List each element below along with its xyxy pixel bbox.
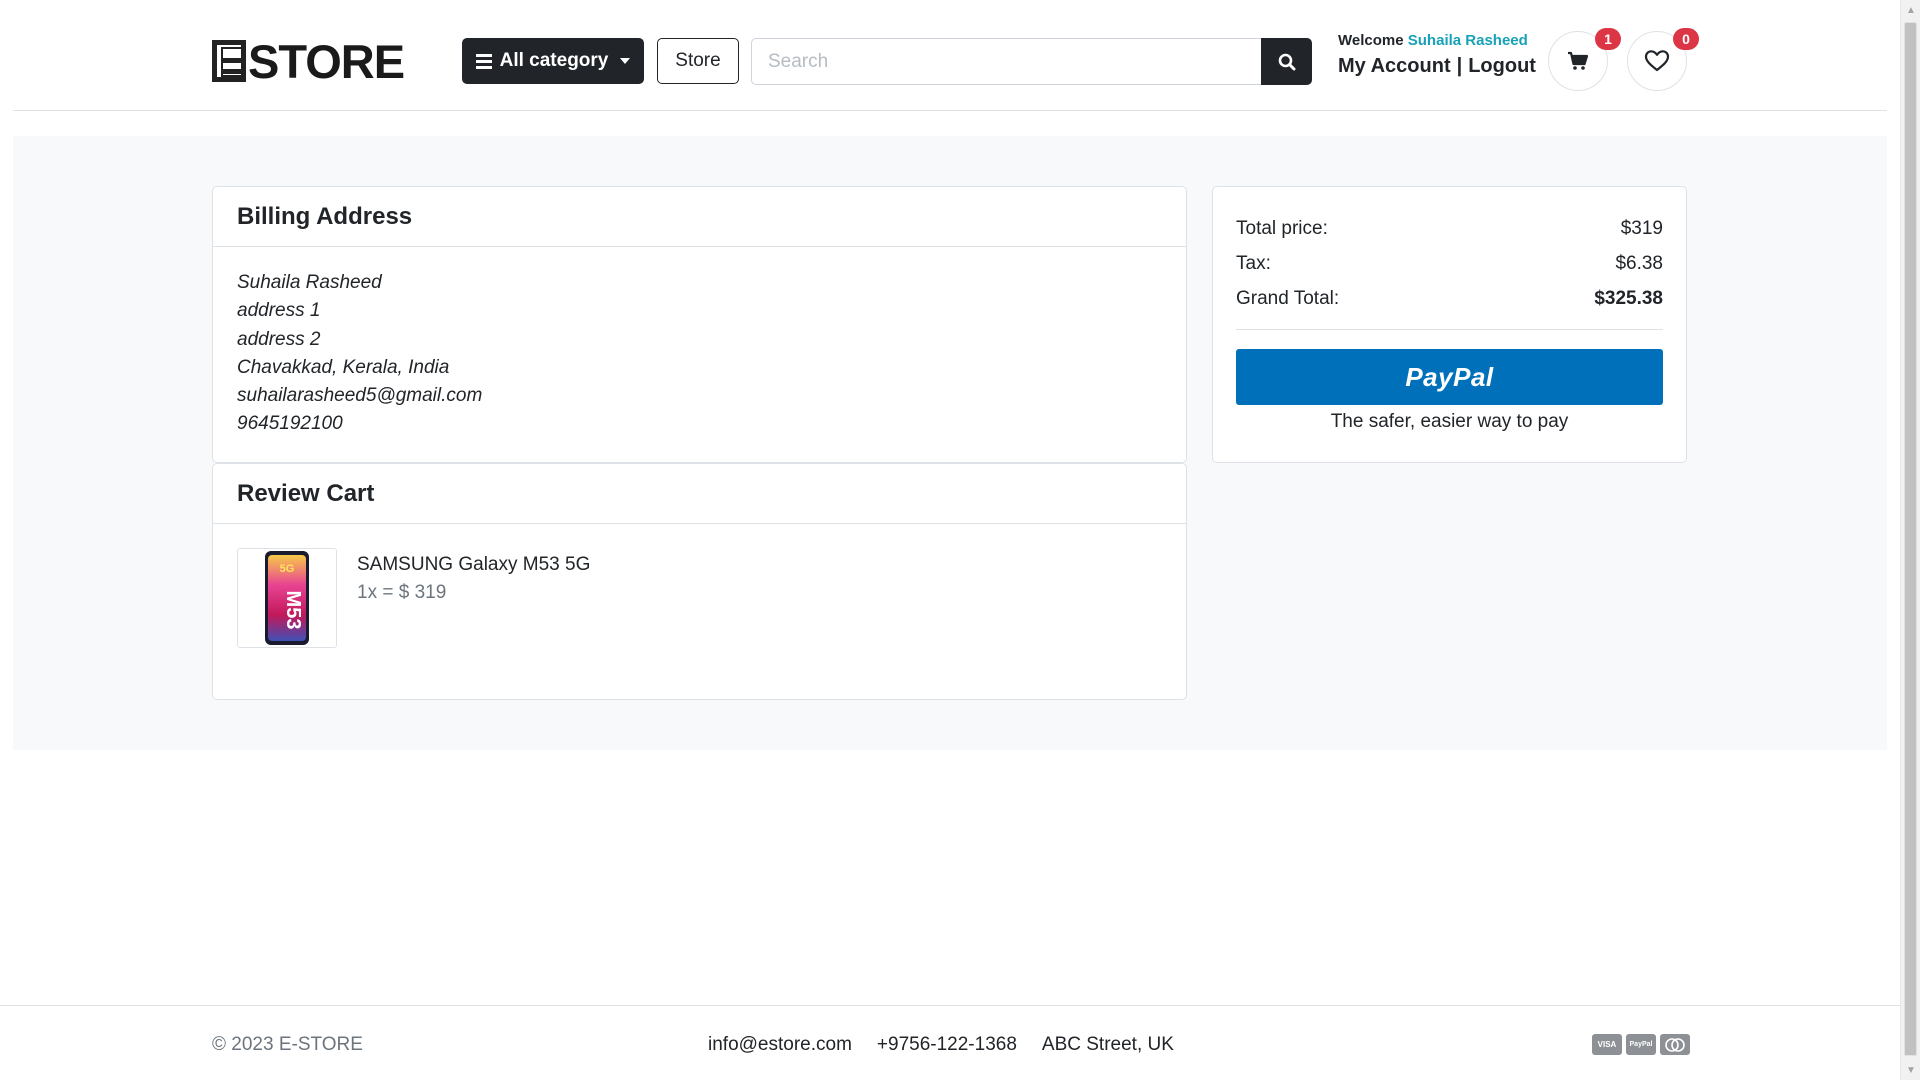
welcome-prefix: Welcome: [1338, 32, 1404, 49]
footer-address: ABC Street, UK: [1041, 1034, 1174, 1055]
visa-icon: VISA: [1592, 1034, 1622, 1055]
summary-divider: [1236, 329, 1663, 330]
search-button[interactable]: [1261, 38, 1312, 85]
total-price-row: Total price: $319: [1236, 211, 1663, 246]
all-category-label: All category: [499, 50, 609, 71]
store-button[interactable]: Store: [657, 38, 739, 84]
total-price-value: $319: [1620, 217, 1663, 239]
search-icon: [1278, 53, 1295, 70]
billing-address-line-1: address 1: [237, 300, 321, 322]
caret-down-icon: [620, 58, 631, 64]
link-separator: |: [1456, 55, 1463, 77]
mastercard-icon: [1660, 1034, 1690, 1055]
paypal-button-label: PayPal: [1405, 361, 1494, 392]
footer-email[interactable]: info@estore.com: [708, 1034, 852, 1056]
paypal-button[interactable]: PayPal: [1236, 349, 1663, 405]
svg-text:5G: 5G: [280, 563, 295, 575]
cart-item-info: SAMSUNG Galaxy M53 5G 1x = $ 319: [357, 548, 590, 648]
site-header: STORE All category Store Welcome Suhaila…: [0, 0, 1900, 112]
account-links: My Account | Logout: [1338, 55, 1536, 78]
footer-copyright: © 2023 E-STORE: [212, 1034, 363, 1055]
store-logo[interactable]: STORE: [212, 34, 405, 88]
paypal-icon: PayPal: [1626, 1034, 1656, 1055]
review-cart-title: Review Cart: [213, 464, 1186, 524]
footer-contact: info@estore.com +9756-122-1368 ABC Stree…: [708, 1034, 1174, 1056]
billing-phone: 9645192100: [237, 413, 343, 435]
scroll-up-arrow-icon[interactable]: ▲: [1901, 0, 1920, 20]
logo-text: STORE: [248, 34, 405, 88]
all-category-dropdown[interactable]: All category: [462, 38, 644, 84]
menu-icon: [475, 53, 492, 69]
product-image[interactable]: 5G M53: [237, 548, 337, 648]
billing-email: suhailarasheed5@gmail.com: [237, 385, 483, 407]
tax-value: $6.38: [1615, 252, 1663, 274]
billing-address-line-2: address 2: [237, 328, 321, 350]
logo-e-icon: [212, 40, 246, 82]
billing-address-details: Suhaila Rasheed address 1 address 2 Chav…: [213, 247, 1186, 461]
billing-name: Suhaila Rasheed: [237, 272, 382, 293]
search-bar: [751, 38, 1312, 85]
cart-item-name[interactable]: SAMSUNG Galaxy M53 5G: [357, 554, 590, 576]
my-account-link[interactable]: My Account: [1338, 55, 1451, 78]
footer-divider: [0, 1005, 1900, 1006]
billing-address-title: Billing Address: [213, 187, 1186, 247]
page-scrollbar[interactable]: ▲ ▼: [1900, 0, 1920, 1080]
payment-methods: VISA PayPal: [1592, 1034, 1690, 1055]
heart-icon: [1644, 50, 1670, 72]
cart-item: 5G M53 SAMSUNG Galaxy M53 5G 1x = $ 319: [237, 548, 590, 648]
order-summary-card: Total price: $319 Tax: $6.38 Grand Total…: [1212, 186, 1687, 463]
tax-row: Tax: $6.38: [1236, 246, 1663, 281]
search-input[interactable]: [751, 38, 1261, 85]
svg-text:M53: M53: [282, 591, 304, 630]
welcome-text: Welcome Suhaila Rasheed: [1338, 32, 1528, 49]
tax-label: Tax:: [1236, 252, 1271, 274]
footer-phone[interactable]: +9756-122-1368: [877, 1034, 1017, 1056]
shopping-cart-icon: [1568, 51, 1589, 70]
scrollbar-thumb[interactable]: [1904, 22, 1917, 1056]
logout-link[interactable]: Logout: [1468, 55, 1536, 78]
grand-total-row: Grand Total: $325.38: [1236, 281, 1663, 316]
grand-total-label: Grand Total:: [1236, 287, 1340, 309]
wishlist-count-badge: 0: [1673, 28, 1699, 50]
review-cart-card: Review Cart 5G M53 SAMSUNG Galaxy M53 5G…: [212, 463, 1187, 700]
paypal-tagline: The safer, easier way to pay: [1330, 411, 1569, 432]
welcome-user-name[interactable]: Suhaila Rasheed: [1408, 32, 1528, 49]
total-price-label: Total price:: [1236, 217, 1328, 239]
cart-item-price: 1x = $ 319: [357, 582, 447, 603]
header-divider: [13, 110, 1887, 111]
billing-city-state-country: Chavakkad, Kerala, India: [237, 356, 450, 378]
grand-total-value: $325.38: [1594, 287, 1663, 309]
billing-address-card: Billing Address Suhaila Rasheed address …: [212, 186, 1187, 463]
phone-product-image: 5G M53: [265, 551, 309, 645]
cart-count-badge: 1: [1595, 28, 1621, 50]
scroll-down-arrow-icon[interactable]: ▼: [1901, 1060, 1920, 1080]
